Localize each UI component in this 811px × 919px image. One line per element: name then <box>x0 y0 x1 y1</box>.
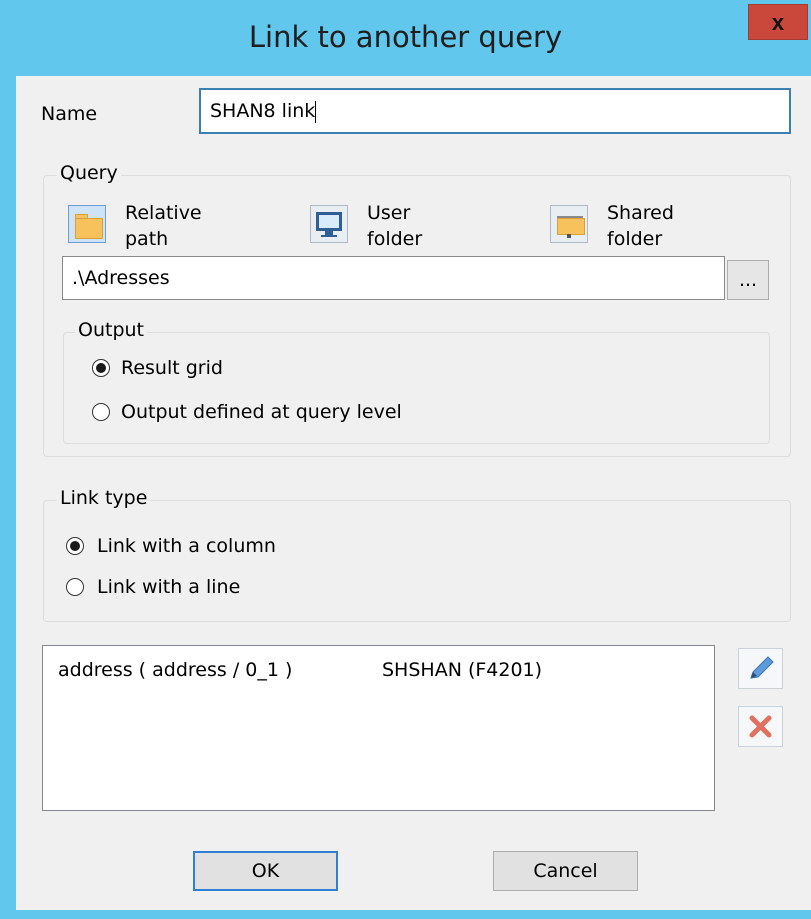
link-type-group-title: Link type <box>57 487 151 509</box>
radio-button[interactable] <box>66 578 84 596</box>
shared-folder-label-line2: folder <box>607 228 663 250</box>
delete-x-icon <box>749 715 772 738</box>
radio-button[interactable] <box>92 359 110 377</box>
user-folder-label-line1: User <box>367 202 411 224</box>
text-caret <box>315 100 317 123</box>
relative-path-label-line1: Relative <box>125 202 202 224</box>
shared-folder-label-line1: Shared <box>607 202 674 224</box>
pencil-icon <box>750 656 774 679</box>
name-input[interactable]: SHAN8 link <box>199 88 791 134</box>
radio-link-column-label: Link with a column <box>97 535 276 557</box>
shared-folder-icon[interactable] <box>550 205 588 243</box>
name-label: Name <box>41 103 98 125</box>
link-source-cell: address ( address / 0_1 ) <box>58 659 293 681</box>
cancel-button[interactable]: Cancel <box>493 851 638 891</box>
list-item[interactable]: address ( address / 0_1 ) SHSHAN (F4201) <box>43 646 714 682</box>
close-button[interactable]: x <box>748 4 808 40</box>
user-folder-label-line2: folder <box>367 228 423 250</box>
radio-button[interactable] <box>66 537 84 555</box>
edit-link-button[interactable] <box>738 648 783 689</box>
link-target-cell: SHSHAN (F4201) <box>382 659 543 681</box>
link-type-groupbox: Link type Link with a column Link with a… <box>43 487 791 622</box>
query-group-title: Query <box>57 162 121 184</box>
name-input-value: SHAN8 link <box>210 100 316 122</box>
query-groupbox: Query Relative path User folder Shared f… <box>43 162 791 457</box>
radio-output-query-level-label: Output defined at query level <box>121 401 402 423</box>
radio-link-line-label: Link with a line <box>97 576 241 598</box>
links-listbox[interactable]: address ( address / 0_1 ) SHSHAN (F4201) <box>42 645 715 811</box>
ok-button[interactable]: OK <box>193 851 338 891</box>
delete-link-button[interactable] <box>738 706 783 747</box>
title-bar[interactable]: Link to another query x <box>0 0 811 77</box>
radio-result-grid-label: Result grid <box>121 357 223 379</box>
dialog-body: Name SHAN8 link Query Relative path User… <box>16 76 811 910</box>
dialog-window: Link to another query x Name SHAN8 link … <box>0 0 811 919</box>
browse-button[interactable]: ... <box>727 260 769 300</box>
relative-path-label-line2: path <box>125 228 169 250</box>
output-groupbox: Output Result grid Output defined at que… <box>63 319 770 444</box>
query-path-input[interactable]: .\Adresses <box>62 256 725 300</box>
radio-button[interactable] <box>92 403 110 421</box>
monitor-icon[interactable] <box>310 205 348 243</box>
window-title: Link to another query <box>248 20 563 54</box>
output-group-title: Output <box>75 319 147 341</box>
folder-icon[interactable] <box>68 205 106 243</box>
